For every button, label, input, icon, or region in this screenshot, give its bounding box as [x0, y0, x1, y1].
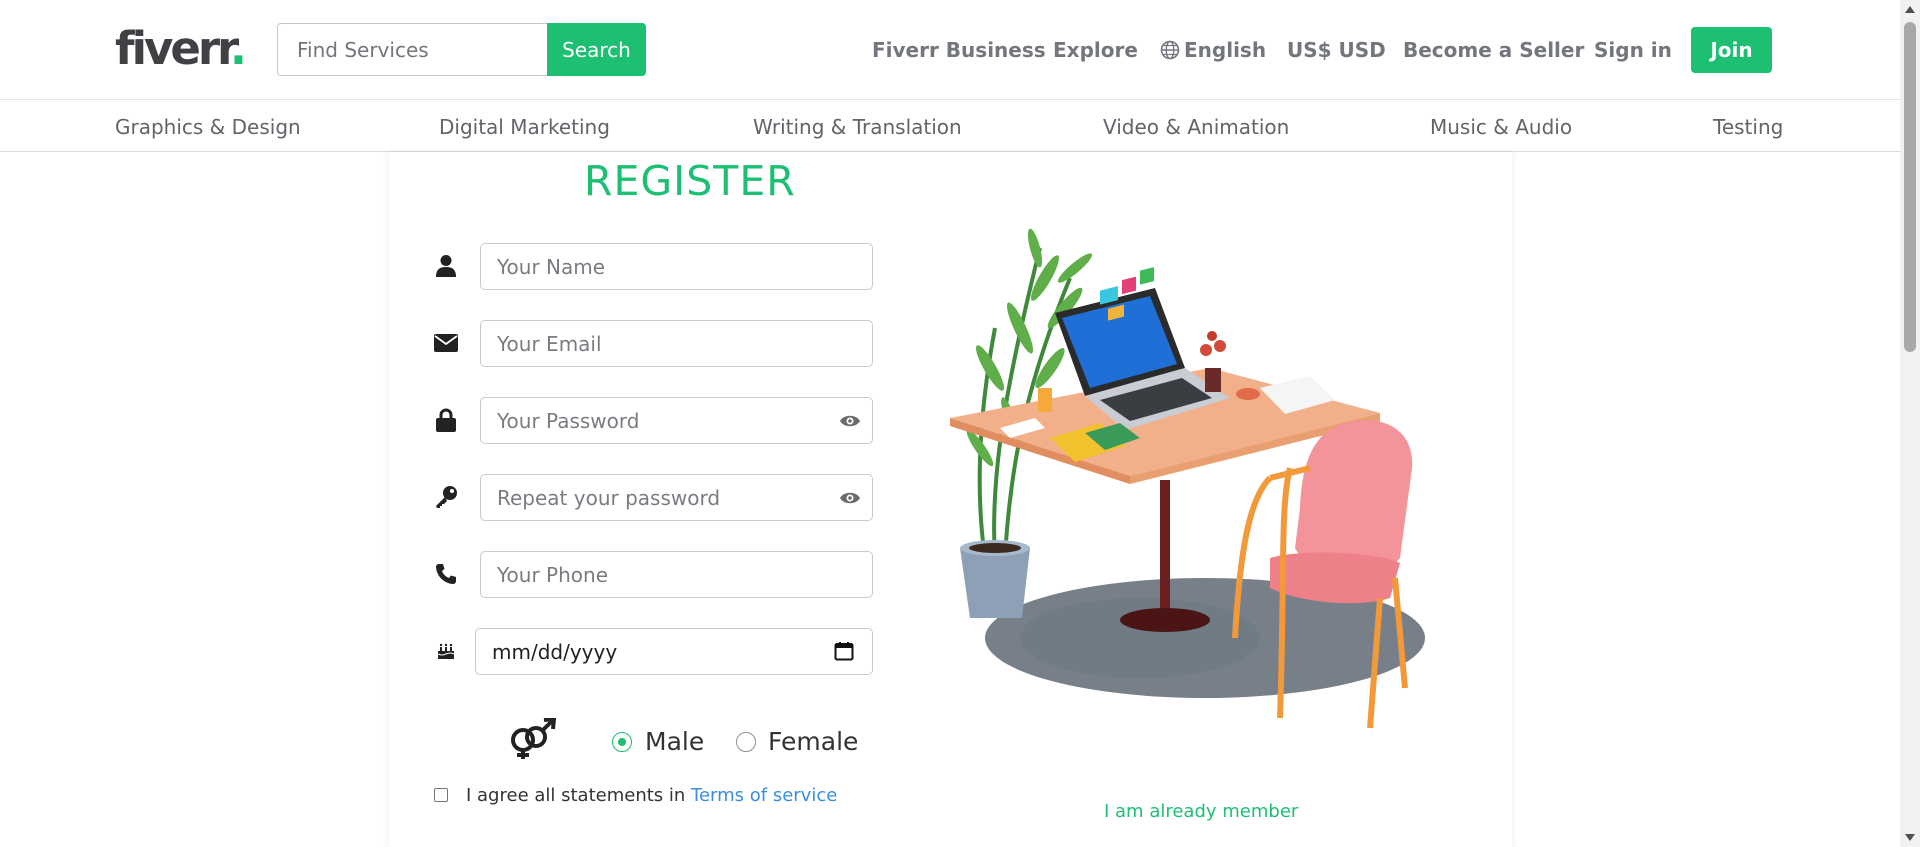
already-member-link[interactable]: I am already member	[1104, 801, 1298, 822]
phone-icon	[432, 560, 460, 588]
nav-sign-in[interactable]: Sign in	[1594, 27, 1672, 72]
nav-explore[interactable]: Explore	[1053, 27, 1138, 72]
password-field	[480, 397, 873, 444]
phone-field	[480, 551, 873, 598]
scroll-down-arrow-icon[interactable]	[1905, 834, 1915, 841]
category-bar: Graphics & Design Digital Marketing Writ…	[0, 101, 1900, 152]
birthdate-field[interactable]: mm/dd/yyyy	[475, 628, 873, 675]
category-video-animation[interactable]: Video & Animation	[1103, 115, 1289, 139]
female-radio[interactable]	[736, 732, 756, 752]
repeat-password-input[interactable]	[481, 475, 872, 520]
category-testing[interactable]: Testing	[1713, 115, 1783, 139]
register-title: REGISTER	[584, 157, 796, 205]
birthdate-value: mm/dd/yyyy	[492, 640, 618, 664]
nav-language[interactable]: English	[1160, 27, 1266, 72]
male-label[interactable]: Male	[645, 727, 704, 756]
name-input[interactable]	[481, 244, 872, 289]
key-icon	[432, 483, 460, 511]
venus-mars-icon	[508, 716, 558, 764]
category-graphics-design[interactable]: Graphics & Design	[115, 115, 301, 139]
scroll-thumb[interactable]	[1904, 22, 1916, 352]
logo-text: fiverr	[115, 22, 233, 75]
male-radio[interactable]	[612, 732, 632, 752]
repeat-password-field	[480, 474, 873, 521]
page-scrollbar[interactable]	[1900, 0, 1920, 847]
scroll-up-arrow-icon[interactable]	[1905, 6, 1915, 13]
calendar-icon[interactable]	[834, 641, 854, 665]
category-digital-marketing[interactable]: Digital Marketing	[439, 115, 610, 139]
eye-icon[interactable]	[838, 410, 862, 432]
agree-text: I agree all statements in	[466, 785, 692, 806]
join-button[interactable]: Join	[1691, 27, 1772, 73]
agree-statement: I agree all statements in Terms of servi…	[466, 785, 837, 806]
desk-illustration	[950, 228, 1425, 729]
globe-icon	[1160, 40, 1180, 60]
search-button[interactable]: Search	[547, 23, 646, 76]
email-input[interactable]	[481, 321, 872, 366]
logo-dot: .	[229, 22, 247, 75]
email-field	[480, 320, 873, 367]
terms-of-service-link[interactable]: Terms of service	[691, 785, 837, 806]
user-icon	[432, 252, 460, 280]
female-label[interactable]: Female	[768, 727, 858, 756]
language-label: English	[1184, 37, 1267, 62]
search-input[interactable]	[277, 23, 547, 76]
name-field	[480, 243, 873, 290]
category-writing-translation[interactable]: Writing & Translation	[753, 115, 962, 139]
fiverr-logo[interactable]: fiverr.	[115, 22, 247, 75]
phone-input[interactable]	[481, 552, 872, 597]
envelope-icon	[432, 329, 460, 357]
password-input[interactable]	[481, 398, 872, 443]
category-music-audio[interactable]: Music & Audio	[1430, 115, 1572, 139]
nav-fiverr-business[interactable]: Fiverr Business	[872, 27, 1046, 72]
top-header: fiverr. Search Fiverr Business Explore E…	[0, 0, 1900, 100]
agree-checkbox[interactable]	[434, 788, 448, 802]
eye-icon[interactable]	[838, 487, 862, 509]
birthday-cake-icon	[432, 637, 460, 665]
nav-become-seller[interactable]: Become a Seller	[1403, 27, 1584, 72]
search-bar: Search	[277, 23, 646, 76]
lock-icon	[432, 406, 460, 434]
nav-currency[interactable]: US$ USD	[1287, 27, 1386, 72]
